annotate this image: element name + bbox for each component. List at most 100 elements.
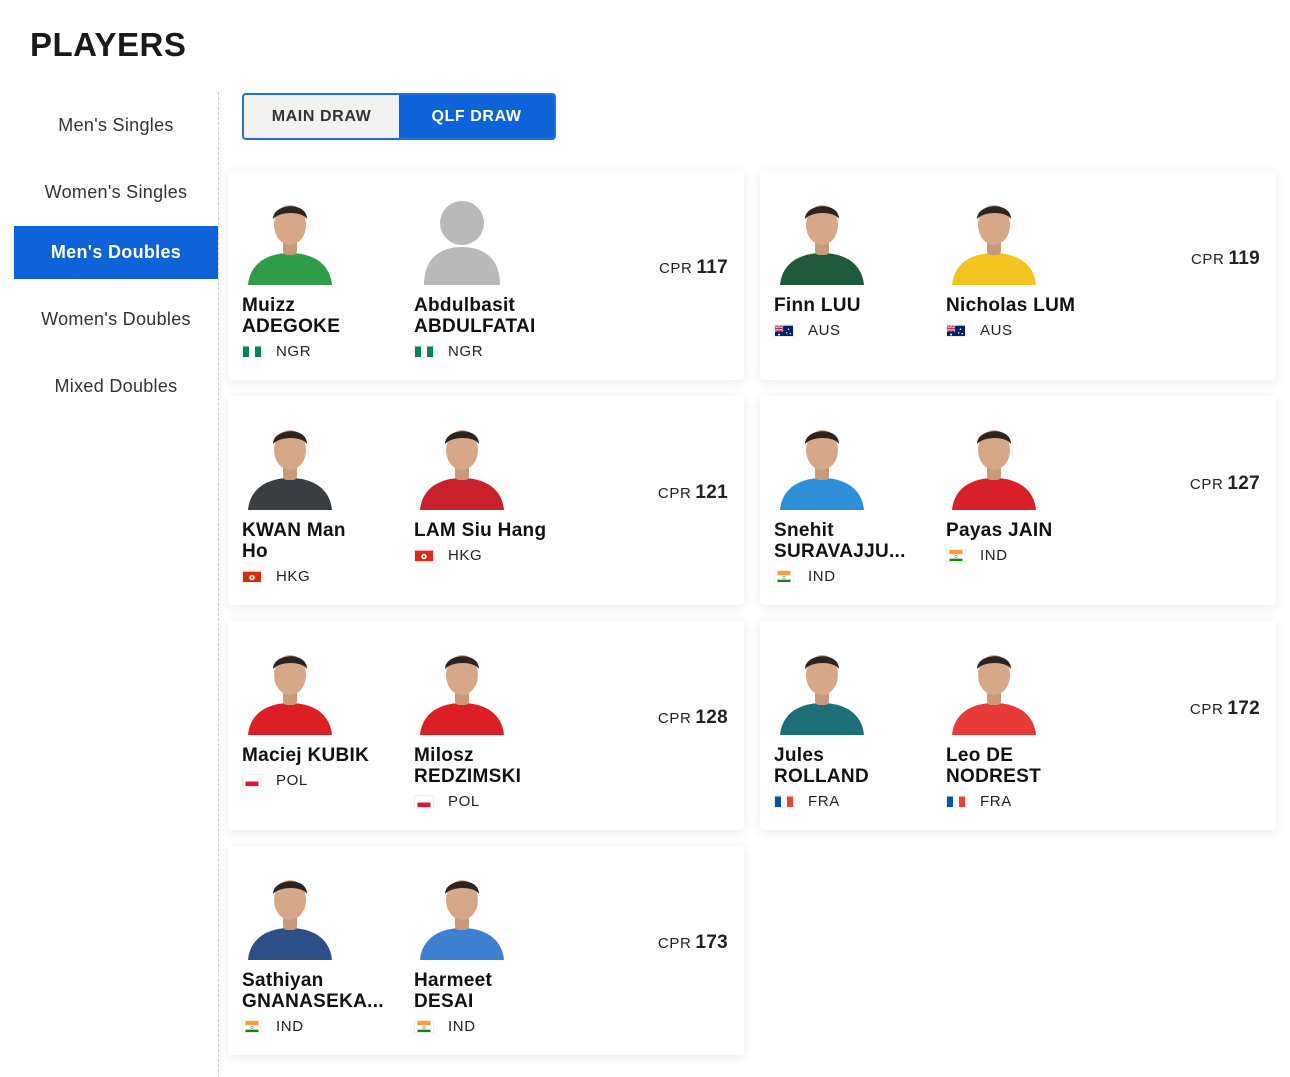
player-name[interactable]: LAM Siu Hang [414, 520, 564, 541]
player[interactable]: Maciej KUBIK POL [242, 639, 402, 789]
player[interactable]: Finn LUU AUS [774, 189, 934, 339]
player-name[interactable]: Maciej KUBIK [242, 745, 392, 766]
player-country: NGR [414, 343, 574, 360]
player-country: IND [242, 1018, 402, 1035]
country-code: IND [448, 1018, 476, 1035]
pair-card[interactable]: KWAN Man Ho HKG LAM Siu Hang HKG CPR 121 [228, 396, 744, 605]
flag-ind-icon [774, 570, 794, 583]
pair-card[interactable]: Jules ROLLAND FRA Leo DE NODREST FRA CPR 172 [760, 621, 1276, 830]
player[interactable]: Leo DE NODREST FRA [946, 639, 1106, 810]
player-country: HKG [242, 568, 402, 585]
flag-pol-icon [242, 774, 262, 787]
player-name[interactable]: Abdulbasit ABDULFATAI [414, 295, 564, 337]
sidebar-item-mixed-doubles[interactable]: Mixed Doubles [14, 353, 218, 420]
player-photo [774, 414, 870, 510]
country-code: IND [276, 1018, 304, 1035]
country-code: IND [808, 568, 836, 585]
player-photo [946, 639, 1042, 735]
player[interactable]: Muizz ADEGOKE NGR [242, 189, 402, 360]
player-country: POL [414, 793, 574, 810]
player-country: AUS [946, 322, 1106, 339]
flag-ind-icon [946, 549, 966, 562]
cpr-rank: CPR 127 [1190, 473, 1260, 495]
player-name[interactable]: Muizz ADEGOKE [242, 295, 392, 337]
sidebar-divider [218, 92, 219, 1077]
pair-card[interactable]: Snehit SURAVAJJU... IND Payas JAIN IND CPR 12… [760, 396, 1276, 605]
country-code: FRA [980, 793, 1012, 810]
player-photo [774, 639, 870, 735]
cpr-value: 121 [695, 482, 728, 503]
player-name[interactable]: Finn LUU [774, 295, 924, 316]
flag-aus-icon [946, 324, 966, 337]
player[interactable]: Sathiyan GNANASEKA... IND [242, 864, 402, 1035]
player-country: NGR [242, 343, 402, 360]
cpr-rank: CPR 117 [659, 257, 728, 279]
cpr-value: 117 [696, 257, 728, 278]
player-name[interactable]: Payas JAIN [946, 520, 1096, 541]
sidebar-item-mens-singles[interactable]: Men's Singles [14, 92, 218, 159]
player[interactable]: KWAN Man Ho HKG [242, 414, 402, 585]
cpr-rank: CPR 121 [658, 482, 728, 504]
pair-card[interactable]: Muizz ADEGOKE NGR Abdulbasit ABDULFATAI NGR… [228, 171, 744, 380]
cpr-label: CPR [657, 935, 692, 952]
player-name[interactable]: Jules ROLLAND [774, 745, 924, 787]
player-name[interactable]: KWAN Man Ho [242, 520, 392, 562]
cpr-label: CPR [1189, 476, 1224, 493]
flag-nga-icon [414, 345, 434, 358]
cpr-label: CPR [657, 710, 692, 727]
flag-hkg-icon [242, 570, 262, 583]
player-photo [242, 639, 338, 735]
player[interactable]: Snehit SURAVAJJU... IND [774, 414, 934, 585]
cpr-value: 173 [695, 932, 728, 953]
flag-aus-icon [774, 324, 794, 337]
cpr-rank: CPR 173 [658, 932, 728, 954]
sidebar-item-womens-singles[interactable]: Women's Singles [14, 159, 218, 226]
player-name[interactable]: Harmeet DESAI [414, 970, 564, 1012]
player-name[interactable]: Leo DE NODREST [946, 745, 1096, 787]
player-country: IND [774, 568, 934, 585]
flag-hkg-icon [414, 549, 434, 562]
main-draw-button[interactable]: MAIN DRAW [244, 95, 399, 138]
cpr-label: CPR [1190, 251, 1225, 268]
cpr-label: CPR [658, 260, 693, 277]
player[interactable]: Milosz REDZIMSKI POL [414, 639, 574, 810]
player[interactable]: Jules ROLLAND FRA [774, 639, 934, 810]
player[interactable]: Abdulbasit ABDULFATAI NGR [414, 189, 574, 360]
player-name[interactable]: Milosz REDZIMSKI [414, 745, 564, 787]
player-name[interactable]: Snehit SURAVAJJU... [774, 520, 924, 562]
pairs-grid: Muizz ADEGOKE NGR Abdulbasit ABDULFATAI NGR… [228, 171, 1276, 1055]
player[interactable]: Payas JAIN IND [946, 414, 1106, 564]
player-photo [414, 864, 510, 960]
flag-ind-icon [414, 1020, 434, 1033]
player-photo [774, 189, 870, 285]
player[interactable]: LAM Siu Hang HKG [414, 414, 574, 564]
sidebar-item-womens-doubles[interactable]: Women's Doubles [14, 286, 218, 353]
country-code: AUS [808, 322, 841, 339]
cpr-value: 127 [1227, 473, 1260, 494]
pair-card[interactable]: Sathiyan GNANASEKA... IND Harmeet DESAI IND… [228, 846, 744, 1055]
sidebar-item-mens-doubles[interactable]: Men's Doubles [14, 226, 218, 279]
player-name[interactable]: Sathiyan GNANASEKA... [242, 970, 392, 1012]
player-photo [414, 414, 510, 510]
cpr-label: CPR [657, 485, 692, 502]
player-name[interactable]: Nicholas LUM [946, 295, 1096, 316]
country-code: NGR [448, 343, 484, 360]
player[interactable]: Harmeet DESAI IND [414, 864, 574, 1035]
player-country: FRA [774, 793, 934, 810]
pair-card[interactable]: Maciej KUBIK POL Milosz REDZIMSKI POL CPR 128 [228, 621, 744, 830]
cpr-rank: CPR 119 [1191, 248, 1260, 270]
country-code: IND [980, 547, 1008, 564]
pair-card[interactable]: Finn LUU AUS Nicholas LUM AUS CPR 119 [760, 171, 1276, 380]
cpr-value: 172 [1227, 698, 1260, 719]
flag-pol-icon [414, 795, 434, 808]
country-code: POL [448, 793, 480, 810]
flag-fra-icon [774, 795, 794, 808]
flag-fra-icon [946, 795, 966, 808]
country-code: AUS [980, 322, 1013, 339]
player-photo [242, 189, 338, 285]
player-country: POL [242, 772, 402, 789]
qlf-draw-button[interactable]: QLF DRAW [399, 95, 554, 138]
player-photo [242, 414, 338, 510]
player[interactable]: Nicholas LUM AUS [946, 189, 1106, 339]
flag-nga-icon [242, 345, 262, 358]
